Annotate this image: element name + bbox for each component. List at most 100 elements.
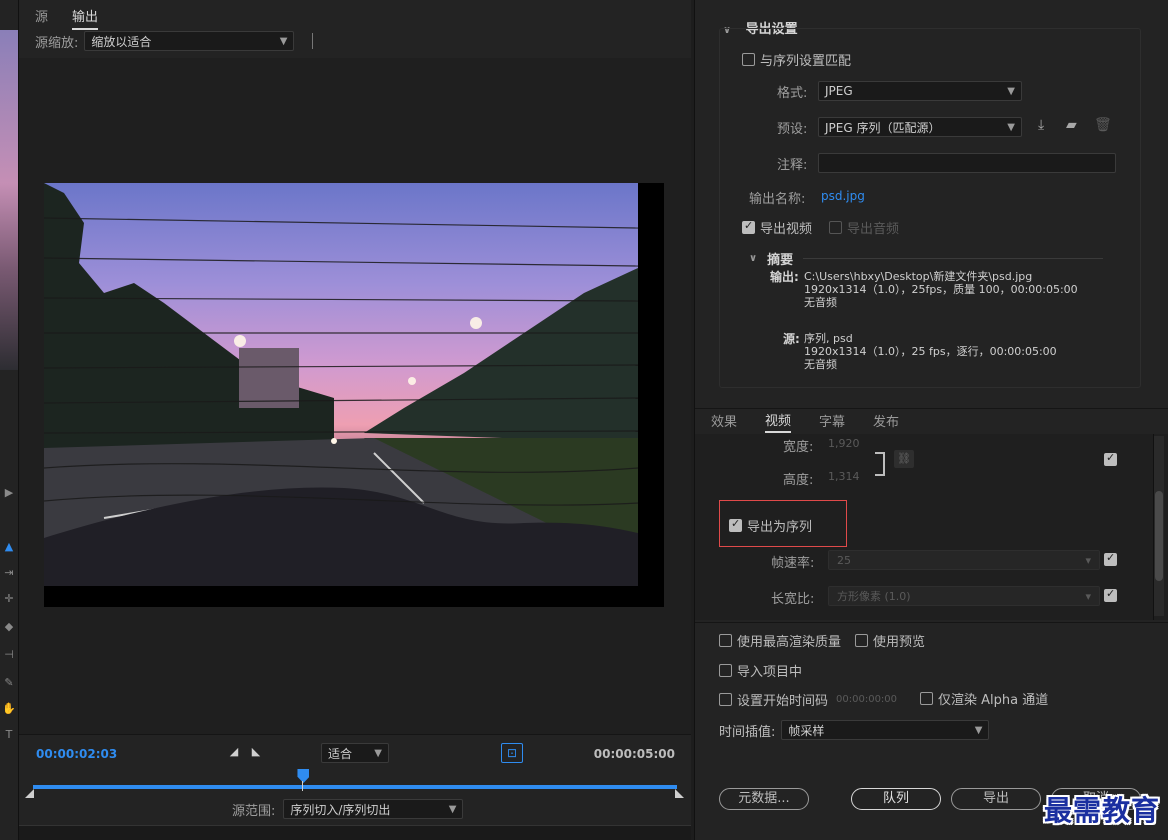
format-dropdown[interactable]: JPEG ▼: [818, 81, 1022, 101]
source-range-dropdown[interactable]: 序列切入/序列切出 ▼: [283, 799, 464, 819]
tab-output[interactable]: 输出: [72, 6, 99, 30]
preset-label: 预设:: [777, 122, 808, 137]
tab-publish[interactable]: 发布: [873, 411, 899, 432]
source-scale-value: 缩放以适合: [91, 34, 152, 49]
export-video-label: 导出视频: [760, 222, 813, 237]
max-quality-row[interactable]: 使用最高渲染质量: [719, 631, 841, 650]
tab-source[interactable]: 源: [35, 6, 48, 30]
aspect-ratio-value: 方形像素 (1.0): [837, 590, 911, 603]
framerate-match-checkbox[interactable]: [1104, 551, 1117, 566]
render-alpha-row[interactable]: 仅渲染 Alpha 通道: [920, 689, 1048, 708]
match-sequence-label: 与序列设置匹配: [760, 54, 852, 69]
use-preview-label: 使用预览: [873, 635, 926, 650]
max-quality-checkbox[interactable]: [719, 634, 732, 647]
chevron-down-icon: ▼: [974, 724, 983, 736]
match-sequence-row[interactable]: 与序列设置匹配: [742, 50, 851, 69]
width-height-match-checkbox[interactable]: [1104, 451, 1117, 466]
summary-output-path: C:\Users\hbxy\Desktop\新建文件夹\psd.jpg: [804, 270, 1033, 283]
width-label: 宽度:: [783, 440, 814, 455]
highlight-box: [719, 500, 847, 547]
source-scale-row: 源缩放: 缩放以适合 ▼: [35, 31, 314, 51]
divider: [312, 33, 314, 49]
start-timecode-checkbox[interactable]: [719, 693, 732, 706]
aspect-bracket: [875, 452, 885, 476]
summary-header[interactable]: ∨ 摘要: [749, 249, 1104, 268]
max-quality-label: 使用最高渲染质量: [737, 635, 842, 650]
export-audio-row[interactable]: 导出音频: [829, 218, 899, 237]
summary-source-spec: 1920x1314（1.0），25 fps，逐行，00:00:05:00: [804, 345, 1057, 358]
video-settings-scrollbar[interactable]: [1154, 436, 1164, 616]
export-video-row[interactable]: 导出视频: [742, 218, 812, 237]
track-select-icon[interactable]: ⇥: [2, 566, 16, 580]
chevron-down-icon: ▼: [1007, 121, 1015, 133]
tab-video[interactable]: 视频: [765, 410, 792, 433]
preset-dropdown[interactable]: JPEG 序列（匹配源） ▼: [818, 117, 1022, 137]
framerate-dropdown[interactable]: 25 ▾: [828, 550, 1100, 570]
chevron-down-icon: ▼: [279, 35, 288, 47]
timeline-track[interactable]: [33, 785, 677, 789]
aspect-ratio-dropdown[interactable]: 方形像素 (1.0) ▾: [828, 586, 1100, 606]
playhead[interactable]: [297, 769, 310, 783]
output-name-link[interactable]: psd.jpg: [821, 189, 865, 203]
play-icon[interactable]: ▶: [2, 486, 16, 500]
render-alpha-checkbox[interactable]: [920, 692, 933, 705]
summary-output-block: C:\Users\hbxy\Desktop\新建文件夹\psd.jpg 1920…: [804, 270, 1078, 309]
tab-captions[interactable]: 字幕: [819, 411, 845, 432]
out-point-marker[interactable]: [675, 789, 684, 798]
queue-button[interactable]: 队列: [851, 788, 941, 810]
link-dimensions-icon[interactable]: ⛓: [894, 450, 914, 468]
mark-in-icon[interactable]: ◢: [227, 745, 241, 759]
preview-frame: [44, 183, 664, 607]
mark-out-icon[interactable]: ◣: [249, 745, 263, 759]
output-panel: 源 输出 源缩放: 缩放以适合 ▼ 00:00:02:03 ◢ ◣ 适合 ▼ ⊡…: [19, 0, 691, 840]
format-label: 格式:: [777, 86, 808, 101]
delete-preset-icon[interactable]: 🗑: [1094, 117, 1112, 133]
render-alpha-label: 仅渲染 Alpha 通道: [938, 693, 1049, 708]
aspect-ratio-match-checkbox[interactable]: [1104, 587, 1117, 602]
source-range-row: 源范围: 序列切入/序列切出 ▼: [232, 799, 464, 819]
save-preset-icon[interactable]: ⤓: [1038, 117, 1044, 133]
source-scale-dropdown[interactable]: 缩放以适合 ▼: [84, 31, 295, 51]
ripple-edit-icon[interactable]: ✛: [2, 592, 16, 606]
export-button[interactable]: 导出: [951, 788, 1041, 810]
comment-input[interactable]: [818, 153, 1116, 173]
use-preview-checkbox[interactable]: [855, 634, 868, 647]
export-audio-label: 导出音频: [847, 222, 900, 237]
pen-icon[interactable]: ✎: [2, 676, 16, 690]
output-name-label: 输出名称:: [749, 192, 806, 207]
summary-output-key: 输出:: [770, 270, 799, 284]
start-timecode-value: 00:00:00:00: [836, 694, 898, 705]
export-video-checkbox[interactable]: [742, 219, 755, 234]
summary-source-key: 源:: [783, 332, 800, 346]
import-project-checkbox[interactable]: [719, 664, 732, 677]
settings-tabs: 效果 视频 字幕 发布: [695, 408, 1168, 434]
time-interp-dropdown[interactable]: 帧采样 ▼: [781, 720, 990, 740]
start-timecode-row[interactable]: 设置开始时间码 00:00:00:00: [719, 690, 897, 709]
current-timecode[interactable]: 00:00:02:03: [36, 747, 117, 761]
in-point-marker[interactable]: [25, 789, 34, 798]
watermark-logo: 最需教育: [1044, 794, 1161, 827]
preset-value: JPEG 序列（匹配源）: [825, 120, 941, 135]
match-sequence-checkbox[interactable]: [742, 53, 755, 66]
slip-icon[interactable]: ⊣: [2, 648, 16, 662]
tab-effects[interactable]: 效果: [711, 411, 737, 432]
hand-icon[interactable]: ✋: [2, 702, 16, 716]
dusk-road-photo: [44, 183, 638, 586]
host-thumbnail: [0, 30, 18, 370]
text-tool-icon[interactable]: T: [2, 728, 16, 742]
bottom-strip: [19, 825, 691, 840]
export-audio-checkbox[interactable]: [829, 221, 842, 234]
selection-tool-icon[interactable]: ▲: [2, 540, 16, 554]
format-value: JPEG: [825, 84, 853, 98]
height-label: 高度:: [783, 473, 814, 488]
time-interp-value: 帧采样: [788, 723, 825, 738]
fit-dropdown[interactable]: 适合 ▼: [321, 743, 389, 763]
razor-icon[interactable]: ◆: [2, 620, 16, 634]
use-preview-row[interactable]: 使用预览: [855, 631, 925, 650]
import-project-row[interactable]: 导入项目中: [719, 661, 802, 680]
metadata-button[interactable]: 元数据...: [719, 788, 809, 810]
import-preset-icon[interactable]: ▰: [1066, 117, 1077, 133]
safe-margins-icon[interactable]: ⊡: [501, 743, 523, 763]
scrollbar-thumb[interactable]: [1155, 491, 1163, 581]
time-interp-label: 时间插值:: [719, 724, 776, 740]
